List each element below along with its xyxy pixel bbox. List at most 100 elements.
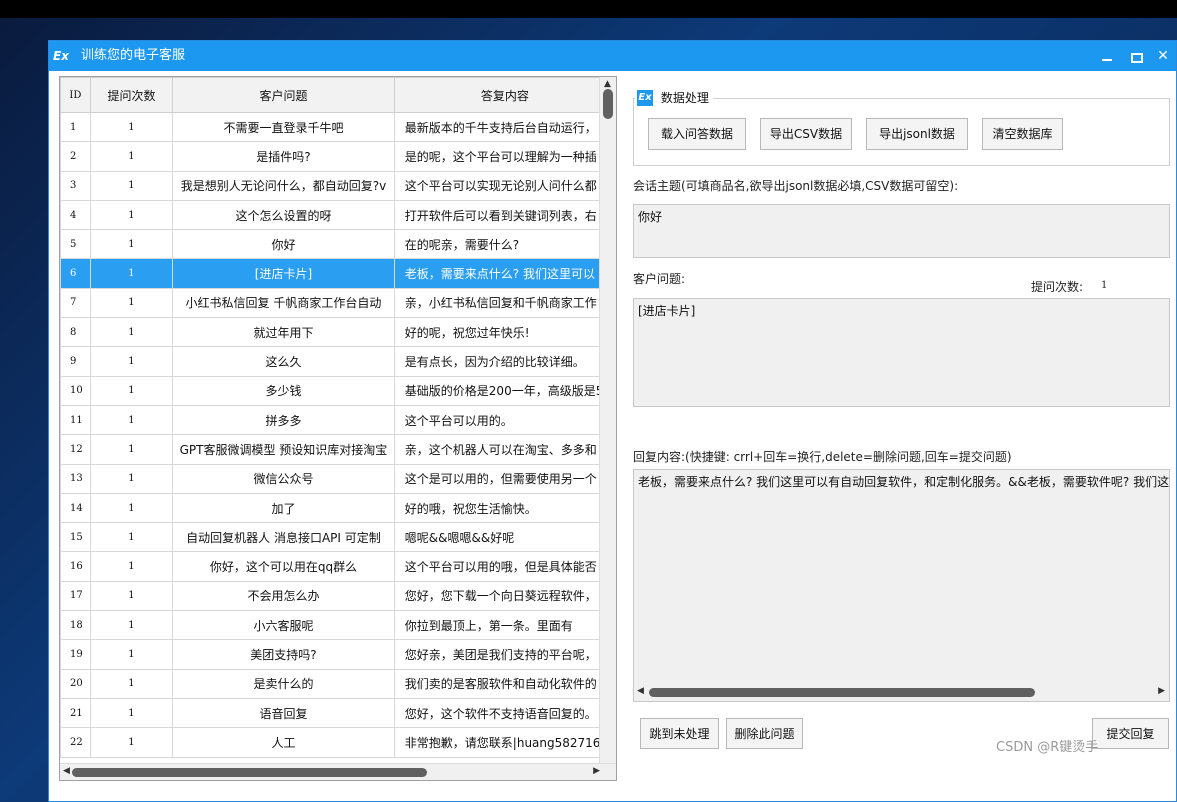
- row-question-cell[interactable]: 加了: [172, 492, 395, 524]
- delete-question-button[interactable]: 删除此问题: [726, 718, 803, 749]
- row-answer-cell[interactable]: 亲，这个机器人可以在淘宝、多多和: [393, 434, 616, 465]
- row-question-cell[interactable]: 就过年用下: [172, 317, 395, 348]
- row-id-cell[interactable]: 19: [60, 639, 91, 670]
- row-question-cell[interactable]: 人工: [172, 727, 395, 758]
- table-row[interactable]: 11 1 拼多多 这个平台可以用的。: [60, 404, 616, 436]
- topic-input[interactable]: 你好: [633, 204, 1170, 258]
- submit-reply-button[interactable]: 提交回复: [1092, 718, 1169, 749]
- table-row[interactable]: 17 1 不会用怎么办 您好，您下载一个向日葵远程软件，: [60, 580, 616, 612]
- export-jsonl-button[interactable]: 导出jsonl数据: [866, 118, 968, 150]
- row-count-cell[interactable]: 1: [89, 580, 174, 612]
- reply-scroll-right-icon[interactable]: ▶: [1158, 686, 1165, 696]
- row-answer-cell[interactable]: 这个是可以用的，但需要使用另一个: [393, 463, 616, 494]
- row-id-cell[interactable]: 5: [60, 229, 91, 260]
- table-row[interactable]: 6 1 [进店卡片] 老板，需要来点什么? 我们这里可以: [60, 258, 616, 289]
- row-question-cell[interactable]: 你好，这个可以用在qq群么: [172, 551, 395, 582]
- reply-scroll-left-icon[interactable]: ◀: [637, 686, 644, 696]
- question-input[interactable]: [进店卡片]: [633, 298, 1170, 407]
- row-answer-cell[interactable]: 在的呢亲，需要什么?: [393, 229, 616, 260]
- reply-scroll-thumb[interactable]: [649, 688, 1035, 697]
- reply-horizontal-scrollbar[interactable]: ◀ ▶: [635, 685, 1168, 700]
- row-count-cell[interactable]: 1: [89, 199, 174, 231]
- row-answer-cell[interactable]: 这个平台可以用的哦，但是具体能否: [393, 551, 616, 582]
- row-answer-cell[interactable]: 你拉到最顶上，第一条。里面有: [393, 610, 616, 641]
- row-id-cell[interactable]: 20: [60, 668, 91, 699]
- table-row[interactable]: 2 1 是插件吗? 是的呢，这个平台可以理解为一种插: [60, 141, 616, 172]
- row-id-cell[interactable]: 10: [60, 375, 91, 406]
- row-answer-cell[interactable]: 非常抱歉，请您联系|huang5827164: [393, 727, 616, 758]
- header-question[interactable]: 客户问题: [172, 77, 395, 113]
- row-id-cell[interactable]: 1: [60, 111, 91, 143]
- row-question-cell[interactable]: 小六客服呢: [172, 610, 395, 641]
- scroll-right-icon[interactable]: ▶: [593, 766, 600, 776]
- maximize-button[interactable]: [1123, 45, 1147, 67]
- row-id-cell[interactable]: 7: [60, 287, 91, 319]
- table-row[interactable]: 18 1 小六客服呢 你拉到最顶上，第一条。里面有: [60, 610, 616, 641]
- table-row[interactable]: 14 1 加了 好的哦，祝您生活愉快。: [60, 492, 616, 524]
- minimize-button[interactable]: [1095, 45, 1119, 67]
- row-id-cell[interactable]: 4: [60, 199, 91, 231]
- header-answer[interactable]: 答复内容: [393, 77, 616, 113]
- row-question-cell[interactable]: 不会用怎么办: [172, 580, 395, 612]
- clear-database-button[interactable]: 清空数据库: [982, 118, 1063, 150]
- table-row[interactable]: 9 1 这么久 是有点长，因为介绍的比较详细。: [60, 346, 616, 377]
- row-count-cell[interactable]: 1: [89, 668, 174, 699]
- table-row[interactable]: 21 1 语音回复 您好，这个软件不支持语音回复的。: [60, 697, 616, 729]
- row-count-cell[interactable]: 1: [89, 229, 174, 260]
- row-answer-cell[interactable]: 老板，需要来点什么? 我们这里可以: [393, 258, 616, 289]
- table-row[interactable]: 13 1 微信公众号 这个是可以用的，但需要使用另一个: [60, 463, 616, 494]
- row-count-cell[interactable]: 1: [89, 463, 174, 494]
- row-question-cell[interactable]: 拼多多: [172, 404, 395, 436]
- row-count-cell[interactable]: 1: [89, 287, 174, 319]
- scroll-left-icon[interactable]: ◀: [63, 766, 70, 776]
- table-row[interactable]: 5 1 你好 在的呢亲，需要什么?: [60, 229, 616, 260]
- qa-table[interactable]: ID 提问次数 客户问题 答复内容 1 1 不需要一直登录千牛吧 最新版本的千牛支持后…: [59, 76, 617, 781]
- row-id-cell[interactable]: 14: [60, 492, 91, 524]
- table-row[interactable]: 20 1 是卖什么的 我们卖的是客服软件和自动化软件的: [60, 668, 616, 699]
- row-id-cell[interactable]: 21: [60, 697, 91, 729]
- load-qa-button[interactable]: 载入问答数据: [648, 118, 746, 150]
- row-answer-cell[interactable]: 您好，这个软件不支持语音回复的。: [393, 697, 616, 729]
- table-row[interactable]: 15 1 自动回复机器人 消息接口API 可定制 嗯呢&&嗯嗯&&好呢: [60, 522, 616, 553]
- row-count-cell[interactable]: 1: [89, 492, 174, 524]
- row-answer-cell[interactable]: 这个平台可以用的。: [393, 404, 616, 436]
- row-id-cell[interactable]: 17: [60, 580, 91, 612]
- row-count-cell[interactable]: 1: [89, 522, 174, 553]
- row-question-cell[interactable]: 微信公众号: [172, 463, 395, 494]
- row-count-cell[interactable]: 1: [89, 551, 174, 582]
- row-answer-cell[interactable]: 好的哦，祝您生活愉快。: [393, 492, 616, 524]
- row-count-cell[interactable]: 1: [89, 434, 174, 465]
- table-row[interactable]: 3 1 我是想别人无论问什么，都自动回复?v 这个平台可以实现无论别人问什么都: [60, 170, 616, 201]
- row-answer-cell[interactable]: 这个平台可以实现无论别人问什么都: [393, 170, 616, 201]
- row-count-cell[interactable]: 1: [89, 697, 174, 729]
- row-id-cell[interactable]: 18: [60, 610, 91, 641]
- row-question-cell[interactable]: 我是想别人无论问什么，都自动回复?v: [172, 170, 395, 201]
- row-question-cell[interactable]: 语音回复: [172, 697, 395, 729]
- row-question-cell[interactable]: 不需要一直登录千牛吧: [172, 111, 395, 143]
- row-answer-cell[interactable]: 打开软件后可以看到关键词列表，右: [393, 199, 616, 231]
- table-row[interactable]: 10 1 多少钱 基础版的价格是200一年，高级版是50: [60, 375, 616, 406]
- row-question-cell[interactable]: 多少钱: [172, 375, 395, 406]
- row-answer-cell[interactable]: 您好，您下载一个向日葵远程软件，: [393, 580, 616, 612]
- row-answer-cell[interactable]: 亲，小红书私信回复和千帆商家工作: [393, 287, 616, 319]
- row-count-cell[interactable]: 1: [89, 639, 174, 670]
- row-id-cell[interactable]: 9: [60, 346, 91, 377]
- row-count-cell[interactable]: 1: [89, 170, 174, 201]
- table-row[interactable]: 1 1 不需要一直登录千牛吧 最新版本的千牛支持后台自动运行，: [60, 111, 616, 143]
- row-count-cell[interactable]: 1: [89, 727, 174, 758]
- row-answer-cell[interactable]: 是有点长，因为介绍的比较详细。: [393, 346, 616, 377]
- row-count-cell[interactable]: 1: [89, 317, 174, 348]
- row-count-cell[interactable]: 1: [89, 111, 174, 143]
- table-row[interactable]: 22 1 人工 非常抱歉，请您联系|huang5827164: [60, 727, 616, 758]
- row-id-cell[interactable]: 15: [60, 522, 91, 553]
- row-id-cell[interactable]: 2: [60, 141, 91, 172]
- header-count[interactable]: 提问次数: [89, 77, 174, 113]
- table-row[interactable]: 12 1 GPT客服微调模型 预设知识库对接淘宝 亲，这个机器人可以在淘宝、多多和: [60, 434, 616, 465]
- header-id[interactable]: ID: [60, 77, 91, 113]
- export-csv-button[interactable]: 导出CSV数据: [760, 118, 852, 150]
- close-button[interactable]: ✕: [1151, 45, 1175, 67]
- row-answer-cell[interactable]: 我们卖的是客服软件和自动化软件的: [393, 668, 616, 699]
- row-count-cell[interactable]: 1: [89, 375, 174, 406]
- row-question-cell[interactable]: [进店卡片]: [172, 258, 395, 289]
- row-question-cell[interactable]: 这么久: [172, 346, 395, 377]
